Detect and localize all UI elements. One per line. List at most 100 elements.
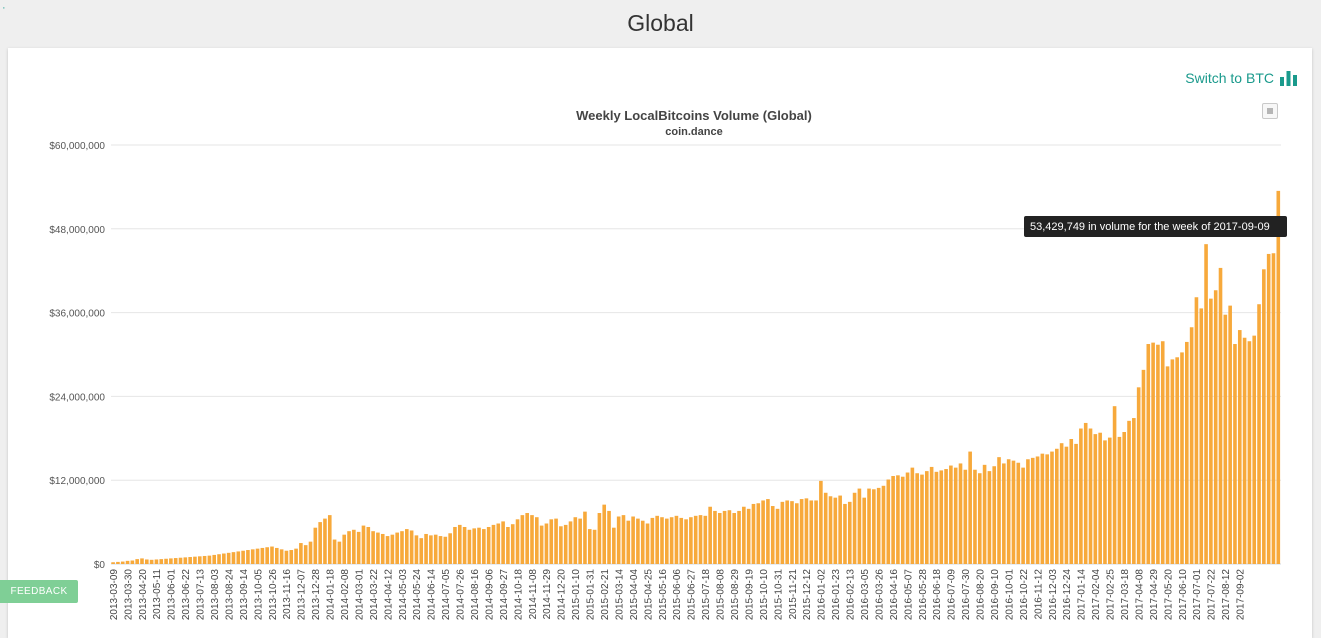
bar[interactable]: [1103, 440, 1107, 564]
bar[interactable]: [684, 519, 688, 564]
bar[interactable]: [770, 506, 775, 564]
bar[interactable]: [799, 499, 804, 564]
bar[interactable]: [1030, 457, 1035, 564]
bar[interactable]: [1026, 459, 1030, 564]
bar[interactable]: [925, 471, 929, 564]
bar[interactable]: [1040, 453, 1045, 564]
bar[interactable]: [982, 464, 987, 564]
bar[interactable]: [626, 520, 631, 564]
bar[interactable]: [313, 527, 318, 564]
bar[interactable]: [891, 476, 895, 564]
bar[interactable]: [448, 533, 452, 564]
bar[interactable]: [713, 510, 717, 564]
bar[interactable]: [1213, 290, 1218, 564]
bar[interactable]: [934, 471, 939, 564]
bar[interactable]: [400, 531, 404, 564]
bar[interactable]: [973, 469, 977, 564]
bar[interactable]: [900, 476, 905, 564]
bar[interactable]: [1064, 446, 1069, 564]
bar[interactable]: [173, 558, 178, 564]
bar[interactable]: [929, 466, 934, 564]
bar[interactable]: [804, 498, 809, 564]
bar[interactable]: [337, 541, 342, 564]
bar[interactable]: [414, 535, 419, 564]
bar[interactable]: [1011, 460, 1016, 564]
bar[interactable]: [525, 513, 529, 564]
bar[interactable]: [717, 513, 722, 564]
bar[interactable]: [602, 504, 607, 564]
bar[interactable]: [1189, 327, 1194, 564]
bar[interactable]: [1271, 253, 1276, 565]
bar[interactable]: [457, 524, 462, 564]
bar[interactable]: [361, 525, 366, 564]
bar[interactable]: [872, 489, 876, 564]
bar[interactable]: [703, 515, 708, 564]
bar[interactable]: [1233, 344, 1237, 564]
bar[interactable]: [515, 519, 520, 564]
bar[interactable]: [453, 526, 457, 564]
bar[interactable]: [294, 548, 298, 564]
bar[interactable]: [486, 526, 491, 564]
bar[interactable]: [1141, 369, 1146, 564]
bar[interactable]: [828, 496, 833, 564]
bar[interactable]: [506, 526, 510, 564]
bar[interactable]: [563, 524, 568, 564]
bar[interactable]: [1180, 352, 1184, 564]
bar[interactable]: [193, 556, 197, 564]
bar[interactable]: [1112, 406, 1117, 564]
bar[interactable]: [775, 508, 780, 564]
bar[interactable]: [915, 473, 919, 564]
bar[interactable]: [409, 530, 414, 564]
bar[interactable]: [323, 518, 327, 564]
bar[interactable]: [949, 465, 953, 564]
bar[interactable]: [766, 499, 770, 564]
bar[interactable]: [145, 559, 149, 564]
bar[interactable]: [197, 556, 202, 564]
bar[interactable]: [1055, 448, 1059, 564]
bar[interactable]: [597, 513, 602, 564]
bar[interactable]: [1257, 304, 1261, 564]
bar[interactable]: [544, 523, 549, 565]
bar[interactable]: [535, 517, 539, 564]
bar[interactable]: [1218, 267, 1223, 564]
bar[interactable]: [352, 529, 356, 564]
bar[interactable]: [1074, 443, 1078, 564]
bar[interactable]: [722, 510, 727, 564]
bar[interactable]: [472, 528, 477, 564]
bar[interactable]: [222, 553, 226, 564]
bar[interactable]: [356, 531, 361, 564]
bar[interactable]: [241, 550, 245, 564]
bar[interactable]: [732, 513, 737, 564]
bar[interactable]: [655, 515, 659, 564]
bar[interactable]: [159, 559, 164, 564]
bar[interactable]: [780, 501, 785, 564]
bar[interactable]: [833, 497, 838, 564]
bar[interactable]: [491, 524, 496, 564]
bar[interactable]: [1098, 432, 1102, 564]
bar[interactable]: [1083, 422, 1088, 564]
bar[interactable]: [790, 501, 794, 564]
bar[interactable]: [693, 515, 698, 564]
bar[interactable]: [669, 517, 674, 564]
bar[interactable]: [1093, 434, 1098, 564]
bar[interactable]: [905, 472, 910, 564]
bar[interactable]: [433, 534, 438, 564]
bar[interactable]: [785, 500, 789, 564]
bar[interactable]: [896, 475, 900, 564]
bar[interactable]: [1002, 463, 1006, 564]
bar[interactable]: [376, 532, 380, 564]
bar[interactable]: [559, 526, 563, 564]
bar[interactable]: [308, 541, 313, 564]
bar[interactable]: [1088, 428, 1093, 564]
bar[interactable]: [539, 525, 544, 564]
bar[interactable]: [756, 503, 761, 564]
bar[interactable]: [587, 529, 592, 564]
bar[interactable]: [583, 511, 587, 565]
bar[interactable]: [944, 469, 948, 564]
bar[interactable]: [207, 555, 212, 564]
bar[interactable]: [1079, 428, 1083, 564]
bar[interactable]: [823, 492, 828, 564]
bar[interactable]: [111, 562, 115, 564]
bar[interactable]: [1006, 459, 1011, 564]
bar[interactable]: [910, 467, 915, 564]
